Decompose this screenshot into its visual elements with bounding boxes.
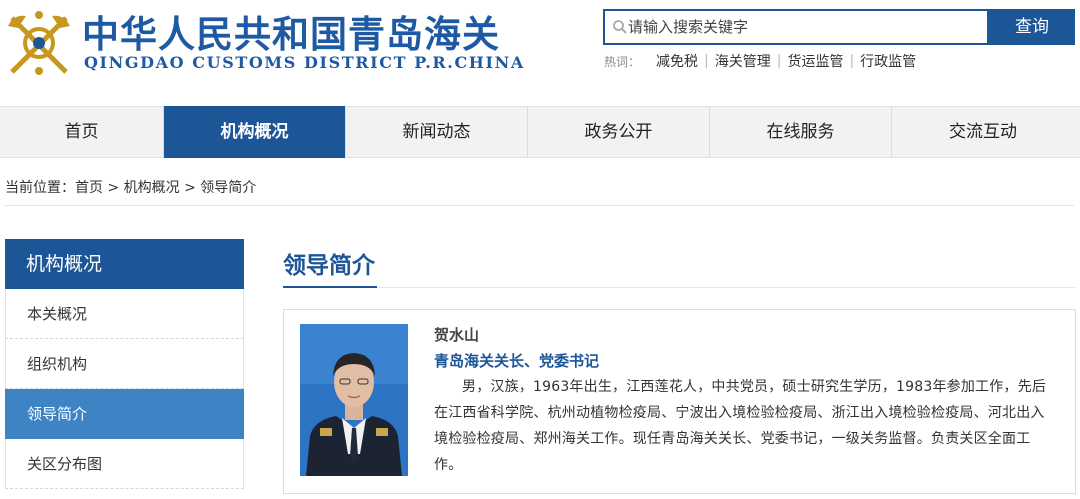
nav-item-interaction[interactable]: 交流互动 [892,106,1074,158]
hot-word-link[interactable]: 减免税 [656,51,698,71]
title-underline [283,286,377,288]
title-divider [283,287,1075,288]
nav-item-about[interactable]: 机构概况 [164,106,345,158]
leader-name: 贺水山 [434,326,480,344]
hot-words: 热词： 减免税 | 海关管理 | 货运监管 | 行政监管 [604,51,916,71]
nav-item-home[interactable]: 首页 [0,106,163,158]
site-subtitle: QINGDAO CUSTOMS DISTRICT P.R.CHINA [84,53,525,72]
search-input[interactable] [628,11,983,43]
site-title: 中华人民共和国青岛海关 [82,12,500,56]
breadcrumb-item-about[interactable]: 机构概况 [124,180,180,196]
sidebar-item-leadership[interactable]: 领导简介 [5,389,244,439]
sidebar-item-district-map[interactable]: 关区分布图 [5,439,244,489]
leader-bio: 男，汉族，1963年出生，江西莲花人，中共党员，硕士研究生学历，1983年参加工… [434,379,1047,473]
hot-word-divider: | [776,53,782,69]
breadcrumb-separator: > [184,180,196,196]
hot-word-link[interactable]: 行政监管 [860,51,916,71]
search-button[interactable]: 查询 [989,9,1075,45]
breadcrumb-prefix: 当前位置： [5,180,75,196]
page-title: 领导简介 [283,253,375,279]
search-icon [613,20,627,34]
hot-word-divider: | [849,53,855,69]
nav-item-public-affairs[interactable]: 政务公开 [528,106,709,158]
customs-emblem-icon [8,11,70,75]
nav-item-news[interactable]: 新闻动态 [346,106,527,158]
breadcrumb-item-current[interactable]: 领导简介 [200,180,256,196]
breadcrumb: 当前位置：首页 > 机构概况 > 领导简介 [5,177,256,197]
hot-word-divider: | [704,53,709,69]
nav-item-online-service[interactable]: 在线服务 [710,106,891,158]
hot-words-label: 热词： [604,54,641,69]
sidebar-heading: 机构概况 [5,239,244,289]
breadcrumb-separator: > [107,180,120,196]
breadcrumb-item-home[interactable]: 首页 [75,180,103,196]
breadcrumb-divider [4,205,1074,206]
hot-word-link[interactable]: 海关管理 [715,51,771,71]
leader-portrait [300,324,408,476]
sidebar-item-overview[interactable]: 本关概况 [5,289,244,339]
sidebar-item-organization[interactable]: 组织机构 [5,339,244,389]
leader-position: 青岛海关关长、党委书记 [434,352,600,370]
hot-word-link[interactable]: 货运监管 [787,51,843,71]
